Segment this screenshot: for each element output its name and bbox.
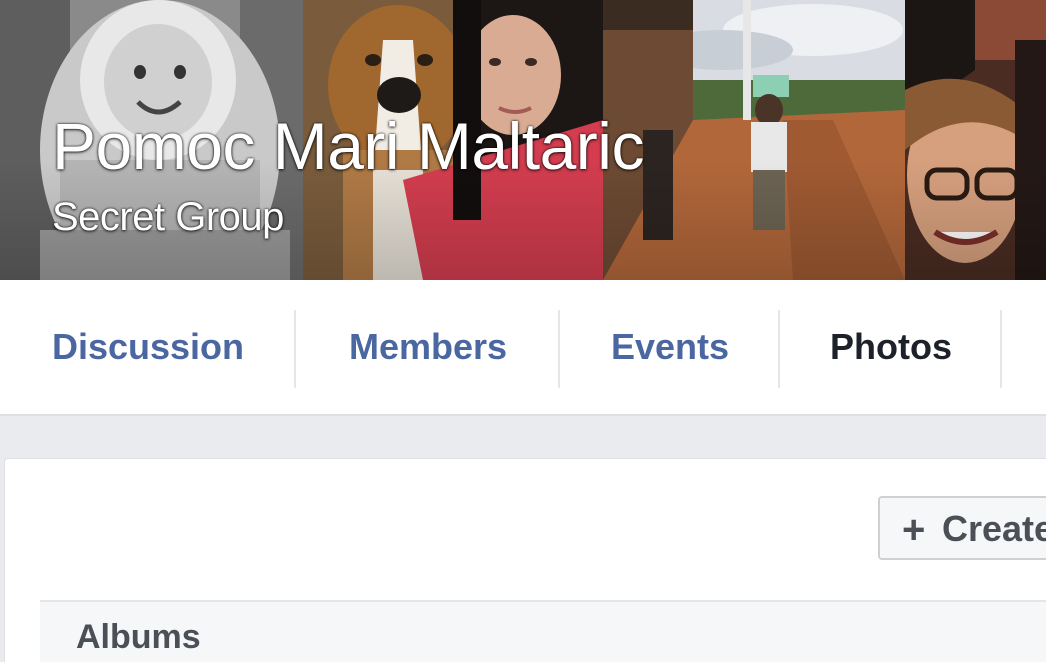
tab-events[interactable]: Events bbox=[560, 280, 780, 414]
create-album-label: Create bbox=[942, 508, 1046, 549]
albums-header: Albums bbox=[40, 600, 1046, 662]
tab-photos[interactable]: Photos bbox=[780, 280, 1002, 414]
cover-photo[interactable]: Pomoc Mari Maltaric Secret Group bbox=[0, 0, 1046, 280]
group-tab-bar: Discussion Members Events Photos bbox=[0, 280, 1046, 416]
tab-divider bbox=[1000, 310, 1002, 388]
group-page: Pomoc Mari Maltaric Secret Group Discuss… bbox=[0, 0, 1046, 662]
group-name[interactable]: Pomoc Mari Maltaric bbox=[52, 104, 644, 188]
create-album-button[interactable]: + Create bbox=[878, 496, 1046, 560]
group-privacy-label: Secret Group bbox=[52, 195, 284, 239]
tab-members[interactable]: Members bbox=[296, 280, 560, 414]
albums-heading: Albums bbox=[76, 618, 201, 656]
tab-discussion[interactable]: Discussion bbox=[0, 280, 296, 414]
plus-icon: + bbox=[902, 508, 926, 552]
